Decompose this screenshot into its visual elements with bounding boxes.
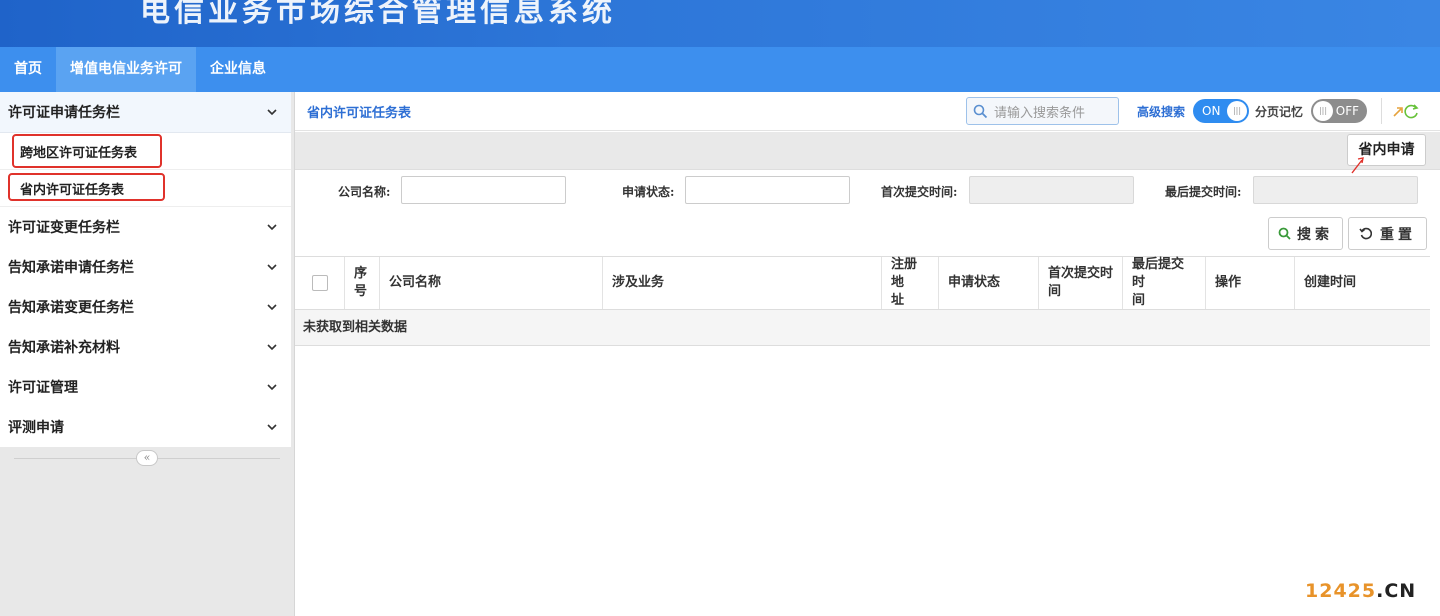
search-icon (1278, 227, 1291, 240)
chevron-down-icon (267, 424, 277, 431)
annotation-arrow-icon (1351, 157, 1364, 174)
main-content: 省内许可证任务表 请输入搜索条件 高级搜索 ON ||| 分页记忆 ||| OF… (295, 92, 1440, 616)
toolbar-divider (1381, 98, 1382, 124)
task-table: 序 号 公司名称 涉及业务 注册地 址 申请状态 首次提交时 间 最后提交时 间… (295, 256, 1430, 346)
sidebar-item-provincial[interactable]: 省内许可证任务表 (0, 170, 291, 207)
column-header-text: 注册地 (891, 257, 918, 290)
nav-home[interactable]: 首页 (0, 47, 56, 92)
search-icon (973, 104, 988, 118)
sidebar: 许可证申请任务栏 跨地区许可证任务表 省内许可证任务表 许可证变更任务栏 告知承… (0, 92, 295, 616)
chevron-down-icon (267, 264, 277, 271)
select-all-checkbox[interactable] (311, 275, 328, 291)
sidebar-panel: 许可证申请任务栏 跨地区许可证任务表 省内许可证任务表 许可证变更任务栏 告知承… (0, 92, 291, 447)
search-input[interactable]: 请输入搜索条件 (966, 97, 1119, 125)
last-submit-time-input[interactable] (1253, 176, 1418, 204)
sidebar-item-cross-region[interactable]: 跨地区许可证任务表 (0, 133, 291, 170)
toggle-knob-icon: ||| (1313, 101, 1333, 121)
watermark-number: 12425 (1305, 580, 1377, 602)
chevron-down-icon (267, 344, 277, 351)
advanced-search-toggle[interactable]: ON ||| (1193, 99, 1249, 123)
column-header-last-submit[interactable]: 最后提交时 间 (1123, 257, 1206, 309)
column-header-text: 最后提交时 (1132, 257, 1185, 290)
header-banner: 电信业务市场综合管理信息系统 (0, 0, 1440, 47)
sidebar-group-label: 告知承诺申请任务栏 (8, 260, 134, 276)
system-title: 电信业务市场综合管理信息系统 (140, 0, 616, 29)
select-all-cell (295, 257, 345, 309)
column-header-text: 址 (891, 293, 905, 308)
logo-icon (46, 0, 108, 10)
nav-value-added-license[interactable]: 增值电信业务许可 (56, 47, 196, 92)
company-name-label: 公司名称: (338, 185, 391, 199)
toggle-state: ON (1202, 104, 1221, 118)
sidebar-group-notice-change[interactable]: 告知承诺变更任务栏 (0, 287, 291, 327)
sidebar-group-label: 许可证管理 (8, 380, 78, 396)
column-header-text: 间 (1132, 293, 1146, 308)
chevron-down-icon (267, 304, 277, 311)
breadcrumb: 省内许可证任务表 (307, 106, 412, 121)
sidebar-group-label: 许可证申请任务栏 (8, 105, 120, 121)
sidebar-group-notice-supplement[interactable]: 告知承诺补充材料 (0, 327, 291, 367)
column-header-text: 间 (1048, 284, 1062, 299)
company-name-input[interactable] (401, 176, 566, 204)
sidebar-group-license-change[interactable]: 许可证变更任务栏 (0, 207, 291, 247)
sidebar-group-label: 许可证变更任务栏 (8, 220, 120, 236)
sidebar-group-license-manage[interactable]: 许可证管理 (0, 367, 291, 407)
table-header: 序 号 公司名称 涉及业务 注册地 址 申请状态 首次提交时 间 最后提交时 间… (295, 256, 1430, 310)
top-nav: 首页 增值电信业务许可 企业信息 (0, 47, 1440, 92)
sidebar-group-label: 评测申请 (8, 420, 64, 436)
page-memory-label: 分页记忆 (1255, 105, 1304, 119)
reset-icon (1359, 227, 1372, 240)
chevron-down-icon (267, 224, 277, 231)
search-button[interactable]: 搜索 (1268, 217, 1343, 250)
search-button-label: 搜索 (1297, 226, 1333, 243)
column-header-text: 号 (354, 284, 368, 299)
highlight-box (12, 134, 162, 168)
column-header-company[interactable]: 公司名称 (380, 257, 603, 309)
column-header-business[interactable]: 涉及业务 (603, 257, 882, 309)
application-status-select[interactable] (685, 176, 850, 204)
page-memory-toggle[interactable]: ||| OFF (1311, 99, 1367, 123)
column-header-address[interactable]: 注册地 址 (882, 257, 939, 309)
column-header-text: 序 (354, 266, 368, 281)
first-submit-time-label: 首次提交时间: (881, 185, 958, 199)
application-status-label: 申请状态: (622, 185, 675, 199)
sidebar-group-label: 告知承诺补充材料 (8, 340, 120, 356)
toolbar: 省内许可证任务表 请输入搜索条件 高级搜索 ON ||| 分页记忆 ||| OF… (295, 92, 1440, 131)
highlight-box (8, 173, 165, 201)
column-header-operation: 操作 (1206, 257, 1295, 309)
reset-button-label: 重置 (1380, 226, 1416, 243)
chevron-down-icon (267, 109, 277, 116)
chevron-down-icon (267, 384, 277, 391)
watermark: 12425.CN (1305, 580, 1416, 602)
column-header-created[interactable]: 创建时间 (1295, 257, 1430, 309)
sidebar-group-evaluation[interactable]: 评测申请 (0, 407, 291, 447)
toggle-state: OFF (1335, 104, 1359, 118)
column-header-status[interactable]: 申请状态 (939, 257, 1039, 309)
empty-table-message: 未获取到相关数据 (295, 310, 1430, 346)
sidebar-group-notice-apply[interactable]: 告知承诺申请任务栏 (0, 247, 291, 287)
reset-button[interactable]: 重置 (1348, 217, 1427, 250)
toggle-knob-icon: ||| (1227, 101, 1247, 121)
sidebar-group-label: 告知承诺变更任务栏 (8, 300, 134, 316)
filter-form: 公司名称: 申请状态: 首次提交时间: 最后提交时间: (295, 176, 1440, 206)
collapse-sidebar-button[interactable]: « (136, 450, 158, 466)
column-header-first-submit[interactable]: 首次提交时 间 (1039, 257, 1123, 309)
action-bar (295, 132, 1440, 170)
expand-refresh-icon[interactable] (1392, 102, 1420, 120)
column-header-text: 首次提交时 (1048, 266, 1114, 281)
search-placeholder: 请输入搜索条件 (994, 105, 1086, 121)
watermark-suffix: .CN (1376, 580, 1417, 602)
nav-company-info[interactable]: 企业信息 (196, 47, 280, 92)
last-submit-time-label: 最后提交时间: (1165, 185, 1242, 199)
sidebar-group-license-apply[interactable]: 许可证申请任务栏 (0, 92, 291, 133)
column-header-index[interactable]: 序 号 (345, 257, 380, 309)
first-submit-time-input[interactable] (969, 176, 1134, 204)
advanced-search-label: 高级搜索 (1137, 105, 1186, 119)
